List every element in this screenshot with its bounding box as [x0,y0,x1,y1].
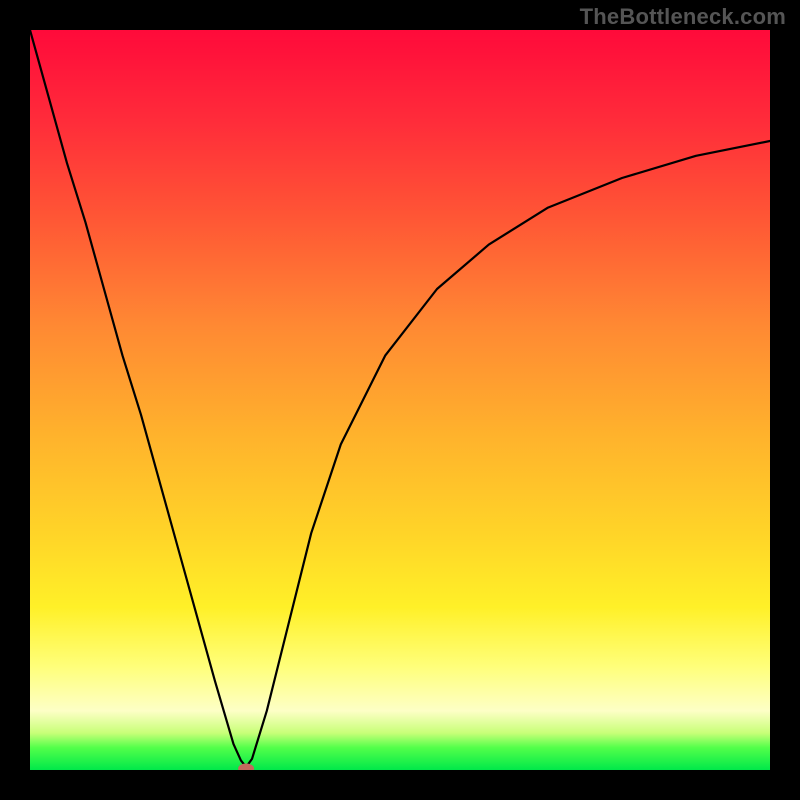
bottleneck-curve-path [30,30,770,767]
bottleneck-curve-svg [30,30,770,770]
chart-outer-frame: TheBottleneck.com [0,0,800,800]
watermark-text: TheBottleneck.com [580,4,786,30]
minimum-marker [238,764,254,771]
plot-area [30,30,770,770]
